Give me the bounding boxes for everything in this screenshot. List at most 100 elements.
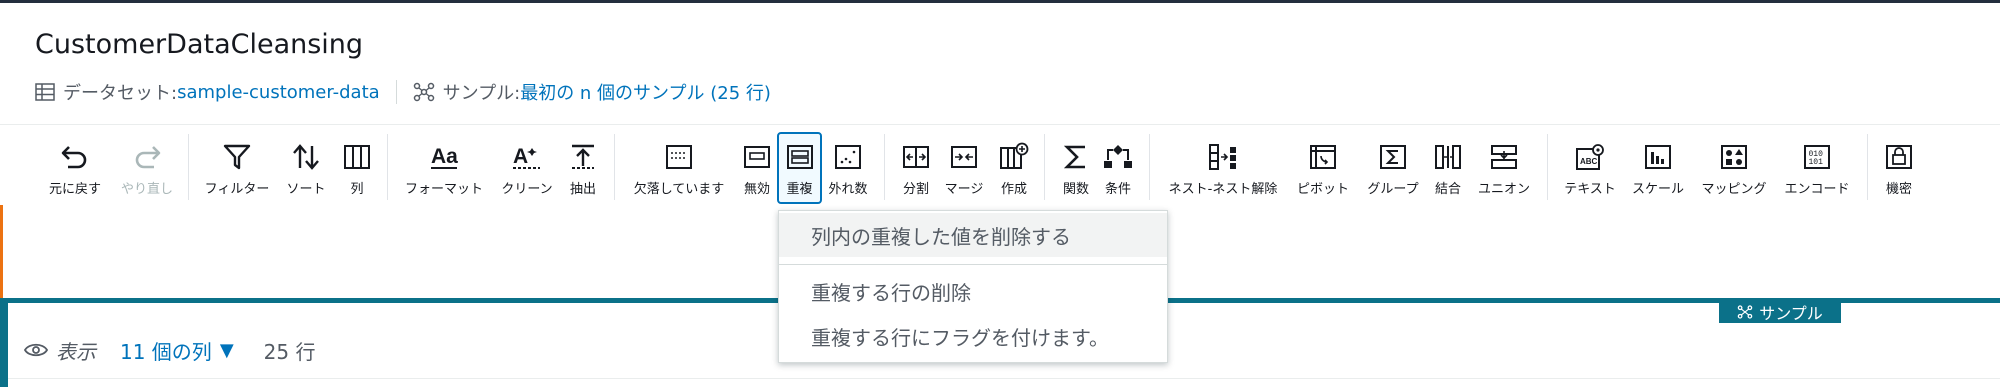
column-button[interactable]: 列 bbox=[337, 132, 377, 204]
project-subline: データセット: sample-customer-data サンプル: 最初の n… bbox=[35, 79, 771, 105]
missing-label: 欠落しています bbox=[633, 182, 725, 197]
duplicate-button[interactable]: 重複 bbox=[777, 132, 822, 204]
sort-button[interactable]: ソート bbox=[281, 132, 331, 204]
eye-icon bbox=[24, 343, 48, 357]
redo-button[interactable]: やり直し bbox=[113, 132, 181, 204]
function-button[interactable]: 関数 bbox=[1054, 132, 1098, 204]
scale-label: スケール bbox=[1631, 182, 1684, 197]
remove-duplicate-rows-item[interactable]: 重複する行の削除 bbox=[779, 271, 1167, 311]
table-icon bbox=[35, 83, 55, 101]
nest-unnest-button[interactable]: ネスト-ネスト解除 bbox=[1161, 132, 1285, 204]
format-icon: Aa bbox=[431, 145, 458, 169]
function-sigma-icon bbox=[1063, 145, 1085, 169]
toolbar-separator bbox=[188, 134, 189, 200]
menu-divider bbox=[779, 264, 1167, 265]
svg-text:Aa: Aa bbox=[431, 145, 458, 168]
union-icon bbox=[1491, 145, 1517, 169]
scale-chart-icon bbox=[1645, 145, 1671, 169]
sensitive-button[interactable]: 機密 bbox=[1878, 132, 1920, 204]
header-divider bbox=[0, 124, 2000, 125]
pivot-icon bbox=[1310, 145, 1336, 169]
condition-icon bbox=[1104, 145, 1132, 168]
outlier-icon bbox=[835, 145, 861, 169]
toolbar-separator bbox=[1547, 134, 1548, 200]
nest-icon bbox=[1209, 144, 1236, 170]
undo-label: 元に戻す bbox=[48, 182, 101, 197]
filter-button[interactable]: フィルター bbox=[202, 132, 272, 204]
page-title: CustomerDataCleansing bbox=[35, 29, 364, 60]
undo-button[interactable]: 元に戻す bbox=[40, 132, 110, 204]
missing-icon bbox=[666, 145, 692, 169]
toolbar-separator bbox=[1044, 134, 1045, 200]
group-button[interactable]: グループ bbox=[1360, 132, 1426, 204]
condition-label: 条件 bbox=[1104, 182, 1131, 197]
group-sigma-icon bbox=[1380, 145, 1406, 169]
sample-link[interactable]: 最初の n 個のサンプル (25 行) bbox=[520, 79, 771, 105]
duplicate-menu: 列内の重複した値を削除する 重複する行の削除 重複する行にフラグを付けます。 bbox=[778, 210, 1168, 363]
join-label: 結合 bbox=[1434, 182, 1461, 197]
missing-button[interactable]: 欠落しています bbox=[626, 132, 732, 204]
dataset-link[interactable]: sample-customer-data bbox=[177, 82, 380, 103]
format-button[interactable]: Aa フォーマット bbox=[400, 132, 488, 204]
split-icon bbox=[903, 146, 929, 168]
encode-binary-icon: 010101 bbox=[1804, 145, 1830, 169]
svg-text:ABC: ABC bbox=[1580, 157, 1598, 166]
sensitive-label: 機密 bbox=[1885, 182, 1912, 197]
extract-button[interactable]: 抽出 bbox=[563, 132, 603, 204]
clean-button[interactable]: A クリーン bbox=[495, 132, 559, 204]
sample-icon bbox=[1737, 305, 1753, 319]
merge-label: マージ bbox=[944, 182, 984, 197]
mapping-label: マッピング bbox=[1701, 182, 1767, 197]
sample-icon bbox=[413, 82, 434, 102]
encode-label: エンコード bbox=[1784, 182, 1850, 197]
divider bbox=[395, 80, 397, 104]
union-button[interactable]: ユニオン bbox=[1472, 132, 1536, 204]
mapping-button[interactable]: マッピング bbox=[1694, 132, 1774, 204]
project-header: CustomerDataCleansing データセット: sample-cus… bbox=[0, 3, 2000, 124]
function-label: 関数 bbox=[1062, 182, 1089, 197]
svg-text:A: A bbox=[513, 145, 528, 168]
join-icon bbox=[1435, 145, 1461, 169]
flag-duplicate-rows-item[interactable]: 重複する行にフラグを付けます。 bbox=[779, 316, 1167, 356]
column-label: 列 bbox=[350, 182, 364, 197]
row-count: 25 行 bbox=[263, 339, 316, 364]
toolbar-separator bbox=[1867, 134, 1868, 200]
merge-button[interactable]: マージ bbox=[941, 132, 987, 204]
condition-button[interactable]: 条件 bbox=[1100, 132, 1136, 204]
redo-label: やり直し bbox=[120, 182, 173, 197]
extract-label: 抽出 bbox=[569, 182, 596, 197]
text-button[interactable]: ABC テキスト bbox=[1558, 132, 1622, 204]
invalid-button[interactable]: 無効 bbox=[738, 132, 776, 204]
undo-icon bbox=[61, 146, 87, 169]
merge-icon bbox=[951, 146, 977, 168]
outlier-button[interactable]: 外れ数 bbox=[826, 132, 870, 204]
columns-dropdown[interactable]: 11 個の列 bbox=[120, 336, 212, 365]
clean-label: クリーン bbox=[501, 182, 553, 197]
sample-tab: サンプル bbox=[1719, 301, 1841, 323]
lock-icon bbox=[1886, 145, 1912, 169]
split-button[interactable]: 分割 bbox=[896, 132, 936, 204]
transform-toolbar: 元に戻す やり直し フィルター ソート 列 Aa フォーマット A クリーン 抽… bbox=[0, 126, 2000, 208]
scale-button[interactable]: スケール bbox=[1626, 132, 1690, 204]
toolbar-separator bbox=[1149, 134, 1150, 200]
outlier-label: 外れ数 bbox=[828, 182, 868, 197]
text-abc-icon: ABC bbox=[1576, 144, 1604, 170]
filter-label: フィルター bbox=[204, 182, 270, 197]
split-label: 分割 bbox=[902, 182, 929, 197]
encode-button[interactable]: 010 101 エンコード bbox=[1778, 132, 1856, 204]
sample-tab-label: サンプル bbox=[1759, 304, 1823, 323]
pivot-button[interactable]: ピボット bbox=[1292, 132, 1354, 204]
join-button[interactable]: 結合 bbox=[1428, 132, 1468, 204]
invalid-icon bbox=[744, 146, 770, 168]
caret-down-icon[interactable]: ▼ bbox=[220, 340, 234, 361]
svg-text:101: 101 bbox=[1809, 158, 1824, 167]
duplicate-icon bbox=[786, 145, 813, 169]
toolbar-separator bbox=[884, 134, 885, 200]
group-label: グループ bbox=[1367, 182, 1419, 197]
view-bar: 表示 11 個の列 ▼ 25 行 bbox=[24, 335, 315, 365]
create-button[interactable]: 作成 bbox=[992, 132, 1036, 204]
remove-duplicate-values-item[interactable]: 列内の重複した値を削除する bbox=[779, 213, 1167, 257]
nest-label: ネスト-ネスト解除 bbox=[1168, 182, 1278, 197]
pivot-label: ピボット bbox=[1296, 182, 1349, 197]
toolbar-separator bbox=[614, 134, 615, 200]
